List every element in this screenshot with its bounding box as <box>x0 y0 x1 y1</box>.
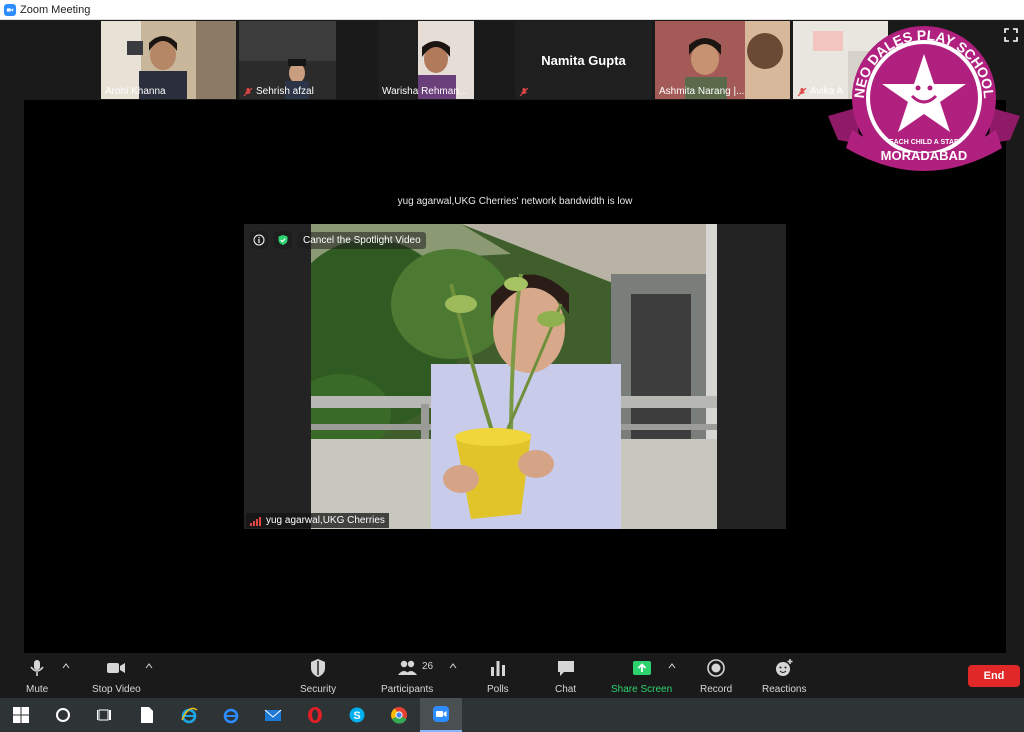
stop-video-button[interactable]: Stop Video <box>92 658 141 695</box>
participant-thumbnail[interactable]: Sehrish afzal <box>239 21 336 99</box>
start-button[interactable] <box>0 698 42 732</box>
video-options-chevron-icon[interactable] <box>145 662 153 670</box>
info-button[interactable] <box>250 231 268 249</box>
opera-icon <box>308 707 322 723</box>
cortana-circle-icon <box>56 708 70 722</box>
zoom-app-icon <box>433 706 449 722</box>
security-button[interactable]: Security <box>300 658 336 695</box>
edge-taskbar-app[interactable] <box>210 698 252 732</box>
security-label: Security <box>300 684 337 695</box>
participants-count: 26 <box>422 661 434 672</box>
signal-bars-icon <box>250 516 261 526</box>
chrome-taskbar-app[interactable] <box>378 698 420 732</box>
reactions-label: Reactions <box>762 684 807 695</box>
record-icon <box>707 659 725 677</box>
participant-name: Sehrish afzal <box>256 86 314 97</box>
meeting-area: Arohi Khanna Sehrish afzal Warisha Rehma… <box>0 20 1024 654</box>
record-label: Record <box>700 684 733 695</box>
window-title: Zoom Meeting <box>20 3 91 16</box>
shield-check-icon <box>278 235 288 245</box>
mute-button[interactable]: Mute <box>26 658 48 695</box>
polls-button[interactable]: Polls <box>487 658 509 695</box>
participants-label: Participants <box>381 684 434 695</box>
document-icon <box>141 707 153 723</box>
participant-name-large: Namita Gupta <box>541 52 626 68</box>
cancel-spotlight-button[interactable]: Cancel the Spotlight Video <box>298 231 426 249</box>
participant-thumbnail[interactable]: Namita Gupta <box>515 21 652 99</box>
polls-bar-chart-icon <box>490 661 505 676</box>
participant-name: Ashmita Narang |... <box>659 86 745 97</box>
share-screen-label: Share Screen <box>611 684 673 695</box>
reactions-button[interactable]: Reactions <box>762 658 806 695</box>
end-meeting-button[interactable]: End <box>968 665 1020 687</box>
participant-thumbnail[interactable]: Ashmita Narang |... <box>655 21 790 99</box>
bandwidth-warning: yug agarwal,UKG Cherries' network bandwi… <box>397 196 633 207</box>
video-overlay-controls: Cancel the Spotlight Video <box>250 231 426 249</box>
cortana-search-button[interactable] <box>42 698 84 732</box>
mail-envelope-icon <box>264 709 282 721</box>
internet-explorer-taskbar-app[interactable] <box>168 698 210 732</box>
participants-options-chevron-icon[interactable] <box>449 662 457 670</box>
security-shield-icon <box>311 659 326 677</box>
participant-name: Arohi Khanna <box>105 86 166 97</box>
spotlight-video-content <box>311 224 717 529</box>
skype-taskbar-app[interactable]: S <box>336 698 378 732</box>
reactions-emoji-icon <box>776 659 793 676</box>
meeting-toolbar: Mute Stop Video Security Participants 26… <box>0 654 1024 698</box>
microphone-icon <box>30 660 44 676</box>
title-bar: Zoom Meeting <box>0 0 1024 20</box>
opera-taskbar-app[interactable] <box>294 698 336 732</box>
mute-options-chevron-icon[interactable] <box>62 662 70 670</box>
participant-thumbnail[interactable]: Warisha Rehman... <box>378 21 474 99</box>
badge-city-text: MORADABAD <box>881 148 968 163</box>
task-view-button[interactable] <box>84 698 126 732</box>
zoom-meeting-window: Zoom Meeting Arohi Khanna Sehrish afzal … <box>0 0 1024 732</box>
video-camera-icon <box>107 663 126 673</box>
school-logo: MORADABAD NEO DALES PLAY SCHOOL EACH CHI… <box>828 26 1020 171</box>
muted-mic-icon <box>519 87 529 97</box>
stop-video-label: Stop Video <box>92 684 141 695</box>
chat-bubble-icon <box>557 661 574 676</box>
chat-label: Chat <box>555 684 577 695</box>
file-taskbar-app[interactable] <box>126 698 168 732</box>
record-button[interactable]: Record <box>700 658 732 695</box>
windows-taskbar: S <box>0 698 1024 732</box>
skype-icon: S <box>349 707 365 723</box>
participant-name: Warisha Rehman... <box>382 86 468 97</box>
zoom-logo-icon <box>4 3 16 16</box>
task-view-icon <box>97 709 111 721</box>
mail-taskbar-app[interactable] <box>252 698 294 732</box>
speaker-name-tag: yug agarwal,UKG Cherries <box>246 513 389 528</box>
info-icon <box>253 234 265 246</box>
badge-tagline: EACH CHILD A STAR <box>889 139 959 146</box>
participant-thumbnail[interactable]: Arohi Khanna <box>101 21 236 99</box>
muted-mic-icon <box>243 87 253 96</box>
share-options-chevron-icon[interactable] <box>668 662 676 670</box>
participants-icon <box>398 660 418 675</box>
zoom-taskbar-app[interactable] <box>420 698 462 732</box>
chrome-icon <box>391 707 407 724</box>
share-screen-button[interactable]: Share Screen <box>611 658 672 695</box>
speaker-name: yug agarwal,UKG Cherries <box>266 515 385 526</box>
internet-explorer-icon <box>181 707 198 724</box>
edge-legacy-icon <box>223 708 239 724</box>
muted-mic-icon <box>797 87 807 96</box>
spotlight-video[interactable]: Cancel the Spotlight Video yug agarwal,U… <box>244 224 786 529</box>
share-screen-icon <box>632 661 651 675</box>
windows-logo-icon <box>13 707 29 723</box>
encryption-button[interactable] <box>274 231 292 249</box>
mute-label: Mute <box>26 684 49 695</box>
polls-label: Polls <box>487 684 509 695</box>
svg-text:S: S <box>353 710 360 722</box>
chat-button[interactable]: Chat <box>555 658 576 695</box>
